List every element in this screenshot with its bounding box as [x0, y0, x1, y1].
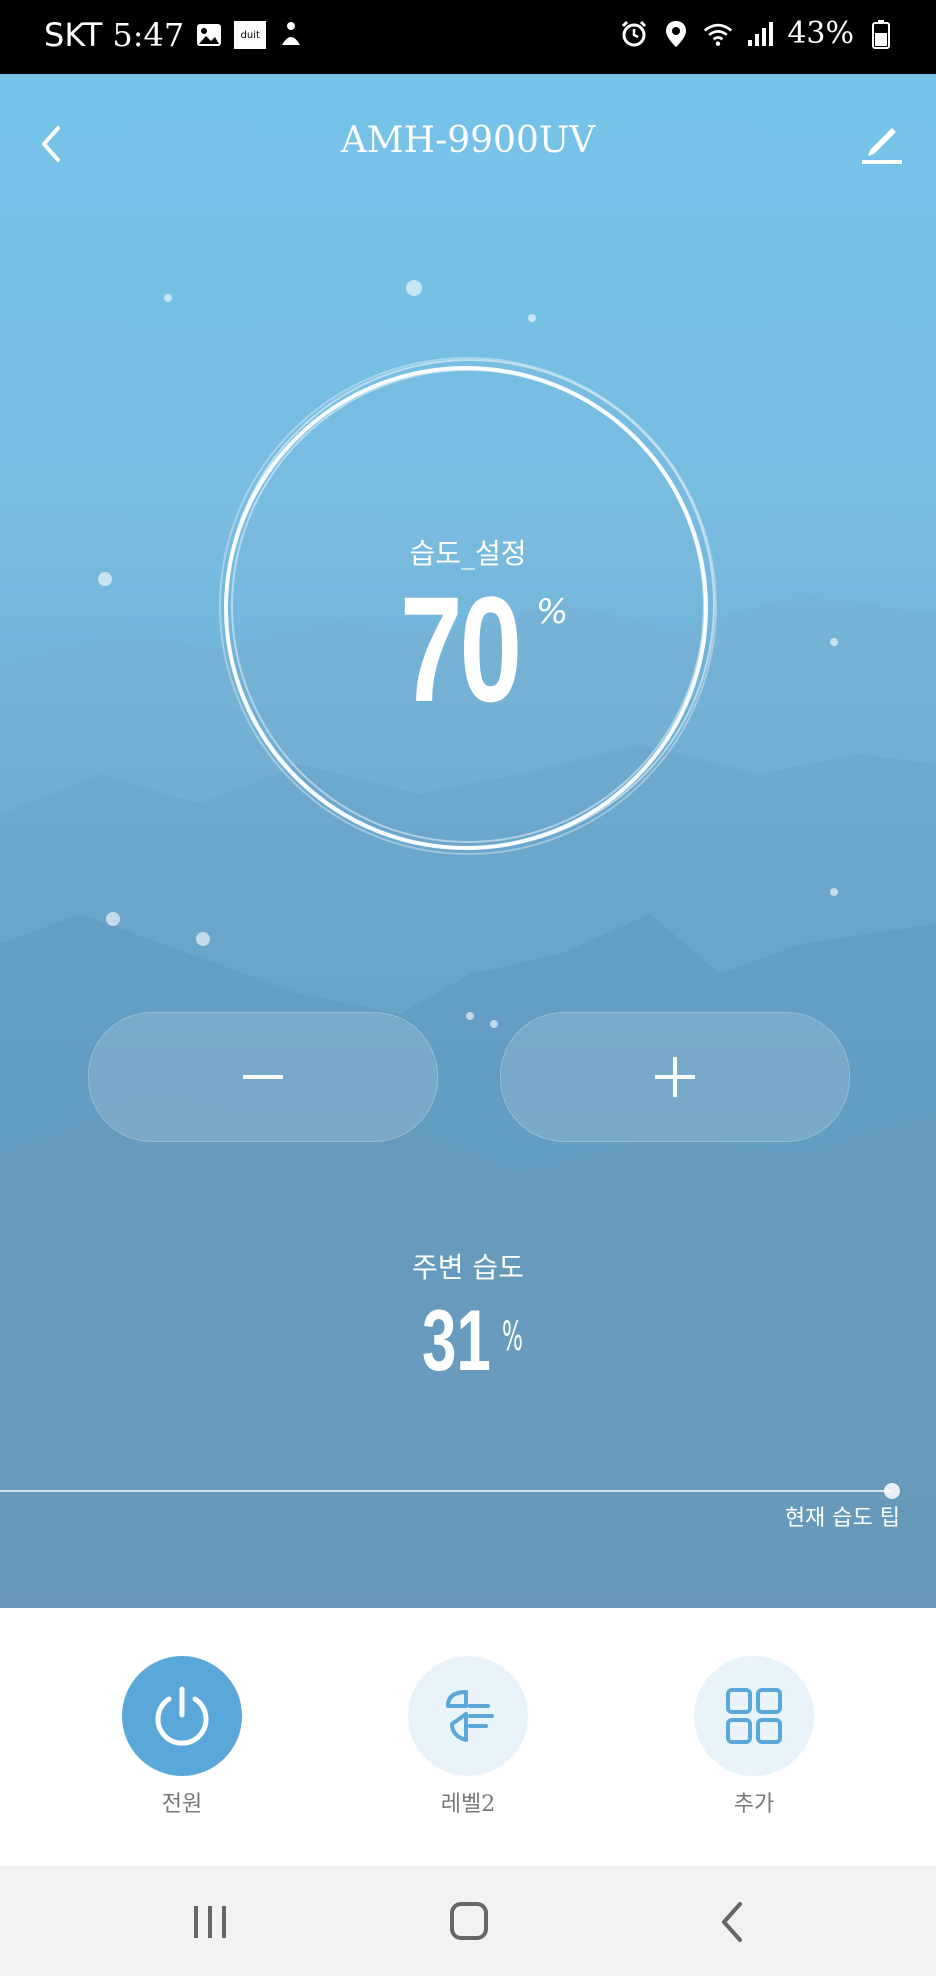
increase-button[interactable]	[500, 1012, 850, 1142]
edit-button[interactable]	[856, 114, 910, 168]
more-control[interactable]: 추가	[694, 1656, 814, 1818]
decor-dot	[490, 1020, 498, 1028]
recent-apps-icon	[194, 1906, 226, 1938]
home-button[interactable]	[438, 1894, 498, 1950]
decor-dot	[406, 280, 422, 296]
power-label: 전원	[161, 1792, 203, 1817]
carrier-label: SKT	[44, 16, 103, 54]
nav-back-button[interactable]	[704, 1894, 764, 1950]
status-bar: SKT 5:47 duit 43%	[0, 0, 936, 74]
grid-icon	[726, 1688, 782, 1744]
decor-dot	[528, 314, 536, 322]
wifi-icon	[703, 19, 733, 49]
screen: SKT 5:47 duit 43% AMH-9900UV 습도_설정 70 % …	[0, 0, 936, 1976]
decor-dot	[830, 888, 838, 896]
power-button[interactable]	[122, 1656, 242, 1776]
level-control[interactable]: 레벨2	[408, 1656, 528, 1818]
device-title: AMH-9900UV	[340, 120, 596, 161]
signal-icon	[745, 19, 775, 49]
more-button[interactable]	[694, 1656, 814, 1776]
home-icon	[450, 1902, 488, 1940]
humidity-panel: AMH-9900UV 습도_설정 70 % 주변 습도 31 % 현재 습도 팁	[0, 74, 936, 1608]
ambient-value: 31	[422, 1293, 491, 1389]
decrease-button[interactable]	[88, 1012, 438, 1142]
tip-dot	[884, 1483, 900, 1499]
decor-dot	[196, 932, 210, 946]
alarm-icon	[619, 19, 649, 49]
plus-icon	[655, 1057, 695, 1097]
minus-icon	[243, 1075, 283, 1079]
tip-divider	[0, 1490, 892, 1492]
control-panel: 전원 레벨2 추가	[0, 1608, 936, 1866]
humidity-tip-link[interactable]: 현재 습도 팁	[785, 1500, 900, 1532]
decor-dot	[98, 572, 112, 586]
battery-icon	[866, 19, 896, 49]
back-arrow-icon	[722, 1902, 742, 1942]
pencil-icon	[862, 128, 902, 164]
more-label: 추가	[733, 1792, 775, 1817]
power-icon	[155, 1686, 209, 1746]
status-right: 43%	[619, 16, 896, 51]
time-label: 5:47	[112, 16, 185, 54]
fan-level-icon	[446, 1690, 494, 1742]
power-control[interactable]: 전원	[122, 1656, 242, 1818]
level-label: 레벨2	[440, 1792, 496, 1817]
decor-dot	[830, 638, 838, 646]
ambient-label: 주변 습도	[412, 1251, 524, 1284]
location-icon	[661, 19, 691, 49]
status-left: SKT 5:47 duit	[44, 16, 306, 54]
duit-badge: duit	[234, 21, 267, 49]
ambient-unit: %	[502, 1314, 523, 1360]
setting-value: 70	[400, 565, 522, 733]
decor-dot	[466, 1012, 474, 1020]
level-button[interactable]	[408, 1656, 528, 1776]
system-nav-bar	[0, 1866, 936, 1976]
setting-unit: %	[536, 592, 569, 632]
decor-dot	[164, 294, 172, 302]
decor-dot	[106, 912, 120, 926]
recent-apps-button[interactable]	[180, 1894, 240, 1950]
gallery-icon	[194, 20, 224, 50]
person-icon	[276, 20, 306, 50]
battery-label: 43%	[787, 16, 854, 51]
